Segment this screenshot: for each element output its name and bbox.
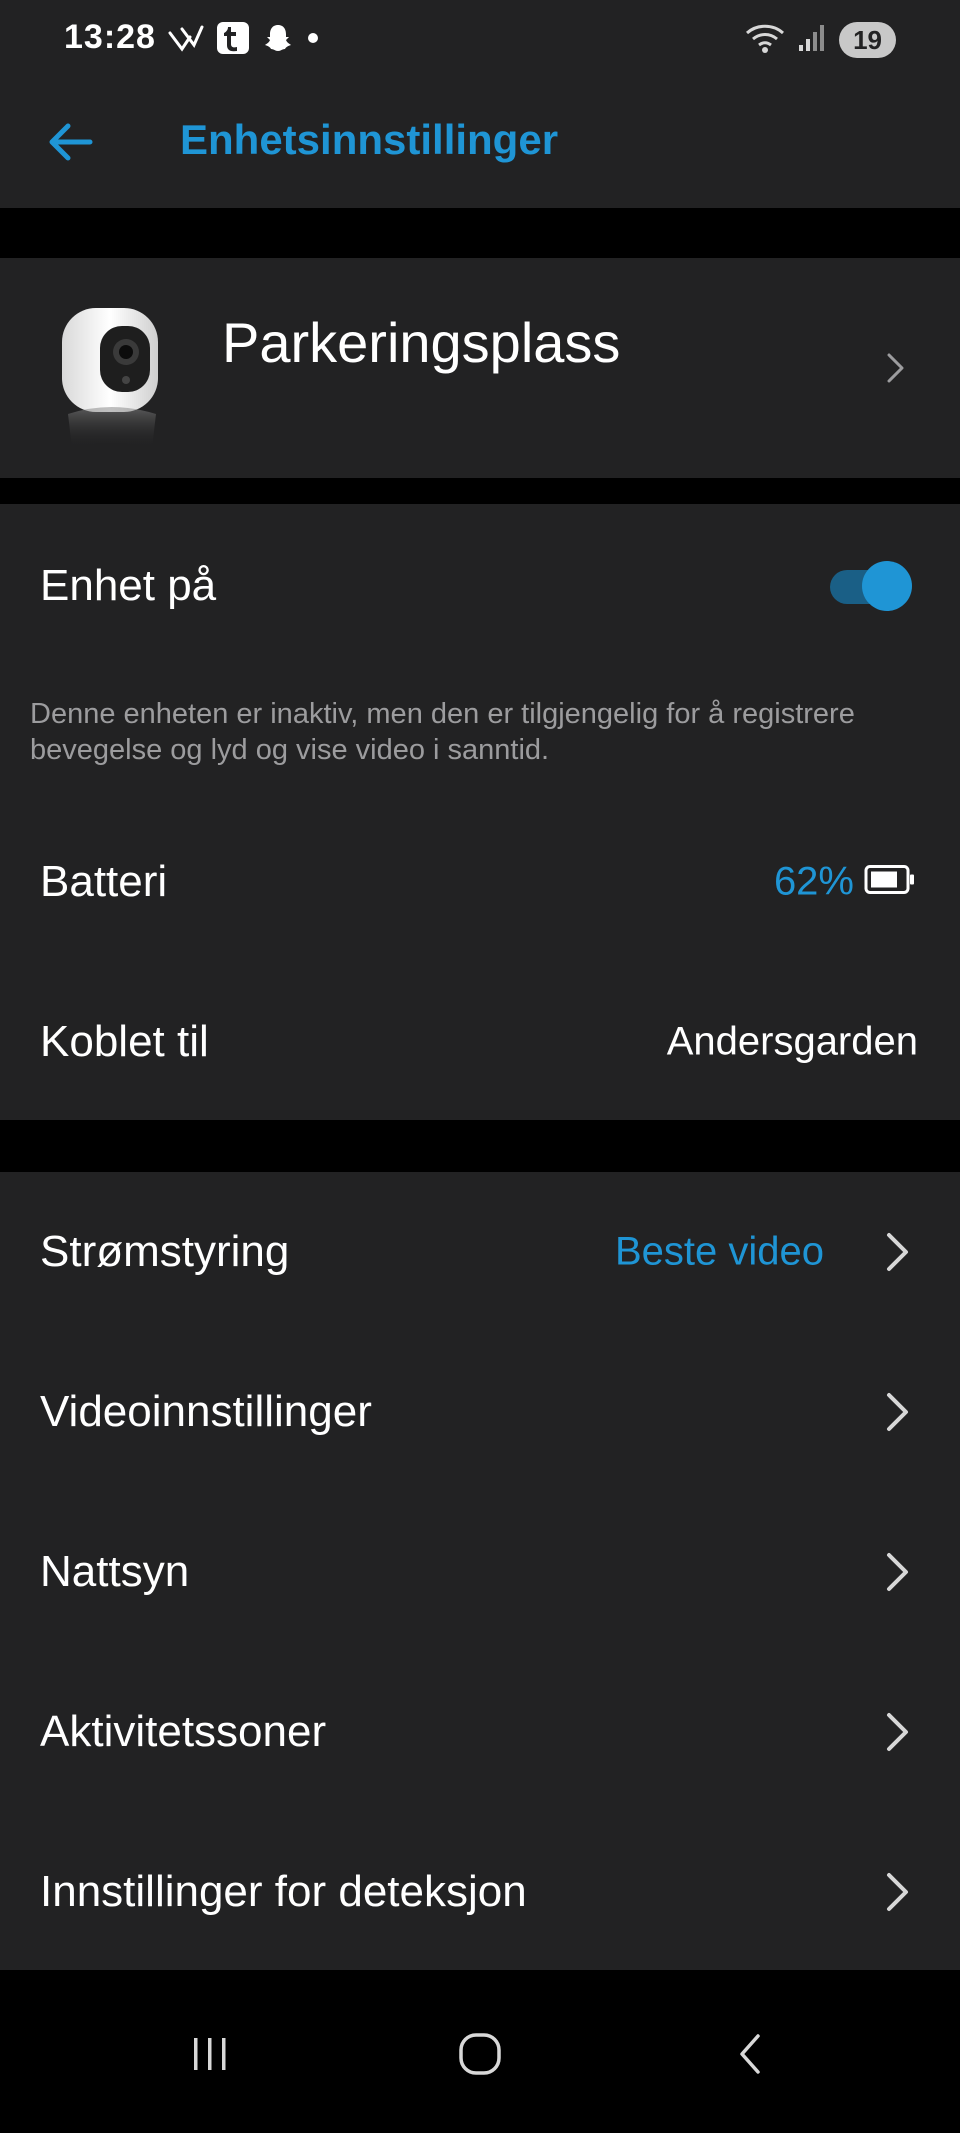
connected-label: Koblet til bbox=[40, 1017, 209, 1066]
battery-label: Batteri bbox=[40, 857, 168, 906]
power-management-label: Strømstyring bbox=[40, 1227, 290, 1276]
dot-indicator-icon bbox=[306, 31, 320, 50]
camera-image bbox=[56, 302, 166, 452]
battery-row: Batteri 62% bbox=[0, 822, 960, 942]
status-description: Denne enheten er inaktiv, men den er til… bbox=[30, 698, 855, 766]
activity-zones-row[interactable]: Aktivitetssoner bbox=[0, 1672, 960, 1792]
vipps-icon bbox=[168, 23, 204, 58]
power-label: Enhet på bbox=[40, 561, 217, 610]
power-management-row[interactable]: Strømstyring Beste video bbox=[0, 1192, 960, 1312]
chevron-right-icon bbox=[884, 1390, 912, 1434]
status-time: 13:28 bbox=[64, 18, 156, 56]
detection-settings-label: Innstillinger for deteksjon bbox=[40, 1867, 527, 1916]
chevron-right-icon bbox=[884, 1710, 912, 1754]
device-header[interactable]: Parkeringsplass bbox=[0, 258, 960, 478]
nav-back-button[interactable] bbox=[710, 2016, 790, 2096]
detection-settings-row[interactable]: Innstillinger for deteksjon bbox=[0, 1832, 960, 1952]
notification-icons bbox=[168, 18, 320, 62]
video-settings-label: Videoinnstillinger bbox=[40, 1387, 372, 1436]
page-title: Enhetsinnstillinger bbox=[180, 116, 559, 163]
night-vision-row[interactable]: Nattsyn bbox=[0, 1512, 960, 1632]
activity-zones-label: Aktivitetssoner bbox=[40, 1707, 327, 1756]
chevron-right-icon bbox=[884, 1230, 912, 1274]
battery-icon bbox=[864, 864, 916, 901]
system-icons: 19 bbox=[745, 18, 896, 62]
device-name: Parkeringsplass bbox=[222, 311, 621, 374]
power-management-value: Beste video bbox=[614, 1229, 824, 1274]
power-toggle[interactable] bbox=[830, 561, 912, 611]
arrow-left-icon bbox=[46, 122, 94, 167]
connected-value: Andersgarden bbox=[666, 1019, 918, 1064]
back-button[interactable] bbox=[36, 110, 104, 178]
chevron-right-icon bbox=[884, 1870, 912, 1914]
status-battery: 19 bbox=[839, 22, 896, 58]
wifi-icon bbox=[745, 21, 785, 60]
signal-icon bbox=[797, 23, 827, 58]
chevron-right-icon bbox=[884, 350, 908, 386]
power-row: Enhet på bbox=[0, 526, 960, 646]
chevron-right-icon bbox=[884, 1550, 912, 1594]
tumblr-icon bbox=[216, 21, 250, 60]
home-button[interactable] bbox=[440, 2016, 520, 2096]
system-nav-bar bbox=[0, 1970, 960, 2133]
device-status-section: Enhet på Denne enheten er inaktiv, men d… bbox=[0, 504, 960, 1120]
snapchat-icon bbox=[262, 22, 294, 59]
connected-row: Koblet til Andersgarden bbox=[0, 982, 960, 1102]
settings-section: Strømstyring Beste video Videoinnstillin… bbox=[0, 1172, 960, 1970]
status-bar: 13:28 19 bbox=[0, 0, 960, 80]
recents-icon bbox=[188, 2034, 232, 2079]
video-settings-row[interactable]: Videoinnstillinger bbox=[0, 1352, 960, 1472]
nav-back-icon bbox=[734, 2032, 766, 2081]
battery-value: 62% bbox=[773, 859, 854, 904]
night-vision-label: Nattsyn bbox=[40, 1547, 190, 1596]
toggle-knob bbox=[862, 561, 912, 611]
recents-button[interactable] bbox=[170, 2016, 250, 2096]
app-bar: Enhetsinnstillinger bbox=[0, 80, 960, 208]
home-icon bbox=[457, 2031, 503, 2082]
